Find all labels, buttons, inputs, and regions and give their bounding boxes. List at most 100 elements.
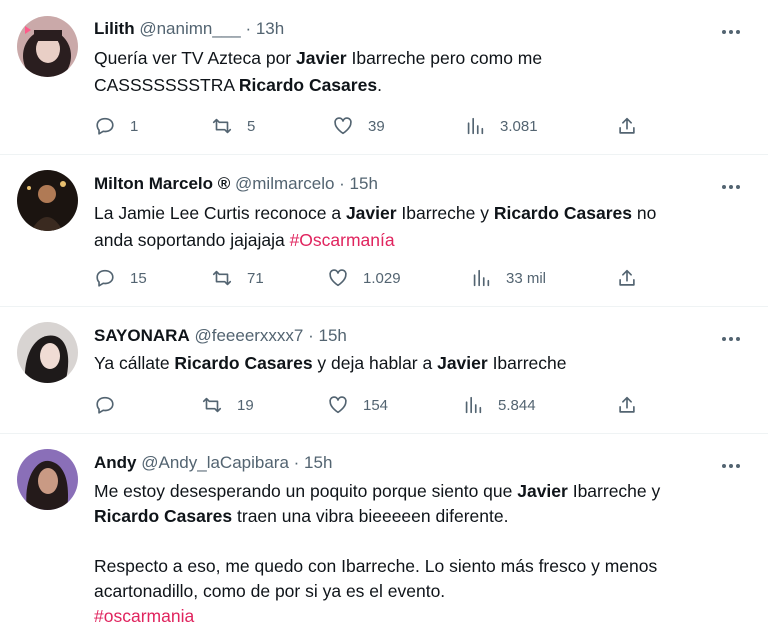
views-count: 3.081: [500, 117, 538, 135]
like-count: 1.029: [363, 269, 401, 287]
reply-button[interactable]: 1: [94, 114, 138, 138]
tweet-text-line: Ricardo Casares traen una vibra bieeeeen…: [94, 504, 744, 529]
views-button[interactable]: 3.081: [464, 114, 538, 138]
more-icon[interactable]: [720, 21, 742, 43]
separator: ·: [288, 453, 305, 472]
more-icon[interactable]: [720, 328, 742, 350]
text-segment: Ibarreche pero como me: [346, 48, 543, 68]
text-segment: La Jamie Lee Curtis reconoce a: [94, 203, 346, 223]
display-name[interactable]: Lilith: [94, 19, 135, 38]
like-icon: [334, 117, 352, 135]
like-button[interactable]: 1.029: [327, 266, 401, 290]
display-name[interactable]: SAYONARA: [94, 326, 190, 345]
tweet-text: Quería ver TV Azteca por Javier Ibarrech…: [94, 45, 744, 99]
tweet-actions: 19 154 5.844: [94, 393, 654, 417]
tweet[interactable]: Lilith @nanimn___ · 13h Quería ver TV Az…: [0, 0, 768, 155]
user-handle[interactable]: @milmarcelo: [235, 174, 334, 193]
views-button[interactable]: 33 mil: [470, 266, 546, 290]
like-icon: [329, 269, 347, 287]
text-segment: Ibarreche y: [396, 203, 494, 223]
retweet-count: 5: [247, 117, 256, 135]
tweet-text[interactable]: Me estoy desesperando un poquito porque …: [94, 479, 744, 629]
highlighted-term: Javier: [345, 203, 397, 223]
hashtag-link[interactable]: #Oscarmanía: [290, 230, 395, 250]
retweet-count: 71: [247, 269, 264, 287]
more-icon[interactable]: [720, 455, 742, 477]
share-button[interactable]: [616, 266, 638, 290]
tweet[interactable]: Milton Marcelo ® @milmarcelo · 15h La Ja…: [0, 155, 768, 307]
tweet-text-line: acartonadillo, como de por si ya es el e…: [94, 579, 744, 604]
timestamp[interactable]: 15h: [304, 453, 332, 472]
avatar[interactable]: [17, 16, 78, 77]
share-button[interactable]: [616, 114, 638, 138]
tweet-header: Lilith @nanimn___ · 13h: [94, 18, 284, 40]
tweet-actions: 1 5 39 3.081: [94, 114, 654, 138]
highlighted-term: Javier: [296, 48, 347, 68]
user-handle[interactable]: @nanimn___: [139, 19, 240, 38]
more-icon[interactable]: [720, 176, 742, 198]
tweet[interactable]: Andy @Andy_laCapibara · 15h Me estoy des…: [0, 434, 768, 631]
text-segment: y deja hablar a: [312, 353, 438, 373]
reply-icon: [96, 396, 114, 414]
views-icon: [467, 117, 484, 135]
timestamp[interactable]: 15h: [350, 174, 378, 193]
hashtag-link[interactable]: #oscarmania: [94, 606, 194, 626]
display-name[interactable]: Andy: [94, 453, 137, 472]
text-segment: Respecto a eso, me quedo con Ibarreche. …: [94, 556, 658, 576]
tweet-text-line: Me estoy desesperando un poquito porque …: [94, 479, 744, 504]
tweet-text-line: anda soportando jajajaja #Oscarmanía: [94, 227, 744, 254]
retweet-button[interactable]: 71: [211, 266, 264, 290]
reply-count: 1: [130, 117, 139, 135]
share-button[interactable]: [616, 393, 638, 417]
avatar[interactable]: [17, 322, 78, 383]
reply-icon: [96, 117, 114, 135]
like-icon: [329, 396, 347, 414]
like-count: 154: [363, 396, 389, 414]
tweet-actions: 15 71 1.029 33 mil: [94, 266, 654, 290]
tweet[interactable]: SAYONARA @feeeerxxxx7 · 15h Ya cállate R…: [0, 307, 768, 434]
reply-button[interactable]: 15: [94, 266, 147, 290]
user-handle[interactable]: @feeeerxxxx7: [194, 326, 303, 345]
highlighted-term: Ricardo Casares: [238, 75, 378, 95]
tweet-text: La Jamie Lee Curtis reconoce a Javier Ib…: [94, 200, 744, 254]
separator: ·: [334, 174, 350, 193]
views-button[interactable]: 5.844: [462, 393, 536, 417]
views-icon: [465, 396, 482, 414]
user-handle[interactable]: @Andy_laCapibara: [141, 453, 289, 472]
retweet-button[interactable]: 19: [201, 393, 254, 417]
reply-count: 15: [130, 269, 147, 287]
highlighted-term: Javier: [437, 353, 488, 373]
like-count: 39: [368, 117, 385, 135]
tweet-text-line: Ya cállate Ricardo Casares y deja hablar…: [94, 350, 744, 377]
display-name[interactable]: Milton Marcelo ®: [94, 174, 230, 193]
tweet-header: SAYONARA @feeeerxxxx7 · 15h: [94, 325, 347, 347]
tweet-header: Andy @Andy_laCapibara · 15h: [94, 452, 332, 474]
timestamp[interactable]: 15h: [319, 326, 347, 345]
like-button[interactable]: 154: [327, 393, 388, 417]
highlighted-term: Ricardo Casares: [94, 506, 233, 526]
retweet-count: 19: [237, 396, 254, 414]
like-button[interactable]: 39: [332, 114, 385, 138]
highlighted-term: Ricardo Casares: [493, 203, 632, 223]
text-segment: CASSSSSSSTRA: [94, 75, 239, 95]
highlighted-term: Ricardo Casares: [174, 353, 313, 373]
retweet-button[interactable]: 5: [211, 114, 255, 138]
tweet-text: Ya cállate Ricardo Casares y deja hablar…: [94, 350, 744, 377]
reply-icon: [96, 269, 114, 287]
text-segment: Quería ver TV Azteca por: [94, 48, 296, 68]
avatar[interactable]: [17, 449, 78, 510]
retweet-icon: [212, 118, 232, 134]
tweet-header: Milton Marcelo ® @milmarcelo · 15h: [94, 173, 378, 195]
share-icon: [619, 396, 635, 413]
separator: ·: [240, 19, 256, 38]
tweet-text-line: Quería ver TV Azteca por Javier Ibarrech…: [94, 45, 744, 72]
retweet-icon: [202, 397, 222, 413]
share-icon: [619, 117, 635, 134]
timestamp[interactable]: 13h: [256, 19, 284, 38]
text-segment: traen una vibra bieeeeen diferente.: [232, 506, 509, 526]
share-icon: [619, 269, 635, 286]
avatar[interactable]: [17, 170, 78, 231]
reply-button[interactable]: [94, 393, 130, 417]
views-icon: [473, 269, 490, 287]
views-count: 5.844: [498, 396, 536, 414]
